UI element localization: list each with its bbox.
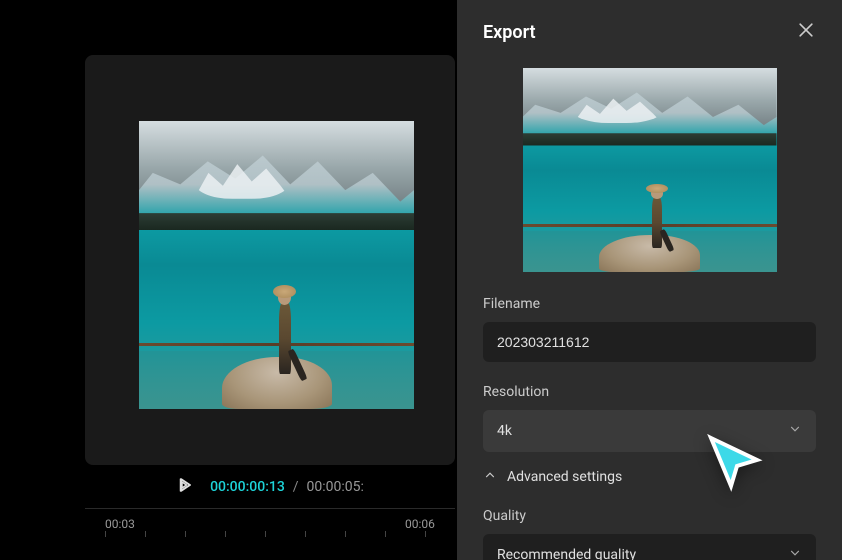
- resolution-value: 4k: [497, 423, 512, 439]
- preview-image: [139, 121, 414, 409]
- timeline-tick-label: 00:06: [405, 517, 435, 531]
- timecode: 00:00:00:13 / 00:00:05:: [210, 476, 364, 495]
- quality-label: Quality: [483, 508, 816, 524]
- timecode-total: 00:00:05:: [307, 479, 364, 495]
- chevron-down-icon: [788, 546, 802, 560]
- advanced-settings-label: Advanced settings: [507, 469, 622, 485]
- chevron-down-icon: [788, 422, 802, 440]
- quality-select[interactable]: Recommended quality: [483, 534, 816, 560]
- playback-controls: 00:00:00:13 / 00:00:05:: [85, 470, 455, 500]
- video-canvas[interactable]: [139, 121, 414, 409]
- close-icon: [796, 20, 816, 40]
- timecode-current: 00:00:00:13: [210, 479, 285, 495]
- export-thumbnail: [523, 68, 777, 272]
- resolution-label: Resolution: [483, 384, 816, 400]
- export-panel: Export Filenam: [457, 0, 842, 560]
- timeline-tick-label: 00:03: [105, 517, 135, 531]
- play-icon: [176, 476, 194, 494]
- quality-value: Recommended quality: [497, 547, 636, 560]
- timeline-ruler: 00:03 00:06: [85, 509, 455, 539]
- timeline[interactable]: 00:03 00:06: [85, 508, 455, 560]
- chevron-up-icon: [483, 468, 497, 486]
- resolution-select[interactable]: 4k: [483, 410, 816, 452]
- export-title: Export: [483, 22, 536, 43]
- video-preview-panel: [85, 55, 455, 465]
- close-button[interactable]: [796, 20, 816, 44]
- play-button[interactable]: [176, 476, 194, 494]
- filename-input[interactable]: [483, 322, 816, 362]
- filename-label: Filename: [483, 296, 816, 312]
- timecode-separator: /: [293, 479, 299, 495]
- advanced-settings-toggle[interactable]: Advanced settings: [483, 468, 816, 486]
